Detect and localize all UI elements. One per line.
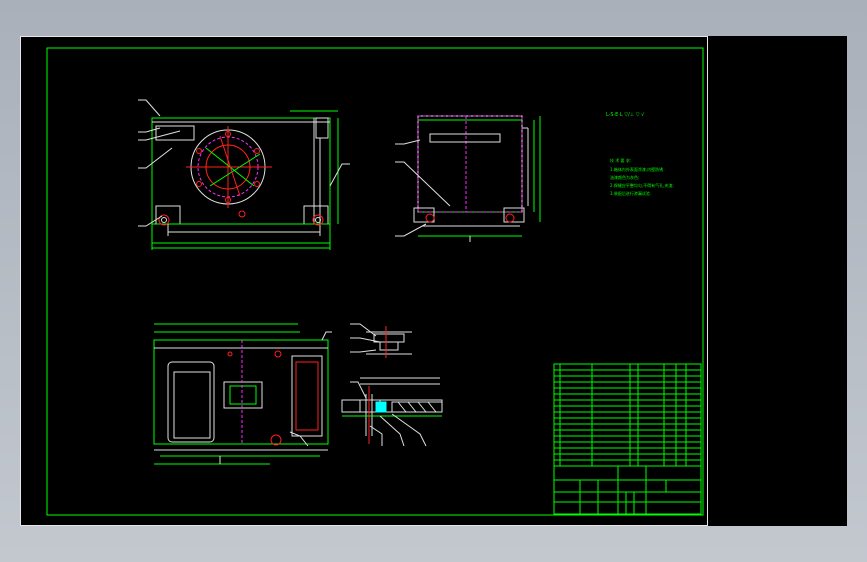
detail-view — [341, 323, 443, 447]
technical-notes: L·S·E·L ▽/⊥ ▽ √ 技 术 要 求: 1.箱体内外表面涂漆,内壁防锈… — [606, 112, 674, 196]
front-view — [138, 99, 350, 250]
title-block — [553, 363, 702, 515]
svg-text:3.装配后进行渗漏试验.: 3.装配后进行渗漏试验. — [610, 190, 651, 196]
side-view — [395, 115, 541, 242]
inner-frame — [46, 47, 704, 516]
svg-text:技 术 要 求:: 技 术 要 求: — [610, 157, 631, 163]
svg-text:2.焊缝应平整均匀,不得有气孔,夹渣;: 2.焊缝应平整均匀,不得有气孔,夹渣; — [610, 182, 674, 188]
svg-text:油漆颜色为灰色;: 油漆颜色为灰色; — [610, 174, 639, 180]
svg-text:1.箱体内外表面涂漆,内壁防锈: 1.箱体内外表面涂漆,内壁防锈 — [610, 166, 663, 172]
cad-viewport[interactable]: L·S·E·L ▽/⊥ ▽ √ 技 术 要 求: 1.箱体内外表面涂漆,内壁防锈… — [20, 36, 847, 526]
top-view — [153, 323, 332, 465]
drawing-canvas: L·S·E·L ▽/⊥ ▽ √ 技 术 要 求: 1.箱体内外表面涂漆,内壁防锈… — [46, 47, 704, 516]
svg-text:L·S·E·L ▽/⊥ ▽ √: L·S·E·L ▽/⊥ ▽ √ — [606, 112, 645, 118]
